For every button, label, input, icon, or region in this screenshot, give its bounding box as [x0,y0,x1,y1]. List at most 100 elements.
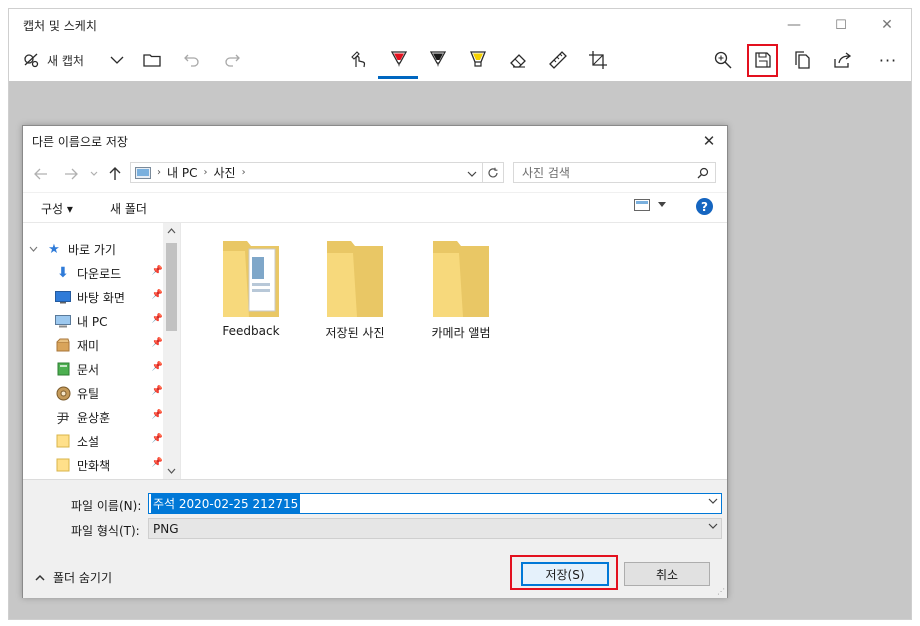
minimize-button[interactable]: — [774,13,814,37]
redo-button[interactable] [222,47,242,73]
scroll-down-arrow[interactable] [163,463,180,479]
star-icon: ★ [48,241,60,257]
open-file-button[interactable] [142,47,162,73]
help-button[interactable]: ? [696,198,713,215]
crop-button[interactable] [587,47,609,73]
eraser-button[interactable] [507,47,529,73]
view-options-button[interactable] [634,198,666,212]
navigation-bar: › 내 PC › 사진 › [23,159,727,189]
nav-item-this-pc[interactable]: 내 PC 📌 [55,310,163,332]
pencil-button[interactable] [427,47,449,73]
undo-button[interactable] [182,47,202,73]
arrow-left-icon [34,168,47,180]
up-button[interactable] [107,165,123,183]
close-button[interactable]: ✕ [867,13,907,37]
nav-item-label: 만화책 [77,458,111,473]
more-icon: ··· [878,50,898,70]
nav-item-desktop[interactable]: 바탕 화면 📌 [55,286,163,308]
search-box[interactable] [513,162,716,183]
search-input[interactable] [520,164,694,181]
file-list-pane: Feedback 저장된 사진 카메라 앨범 [180,222,727,479]
highlighter-button[interactable] [467,47,489,73]
address-bar[interactable]: › 내 PC › 사진 › [130,162,504,183]
nav-item-comics[interactable]: 만화책 📌 [55,454,163,476]
hide-folders-label: 폴더 숨기기 [53,571,113,585]
pin-icon: 📌 [151,314,163,324]
folder-icon [55,433,71,449]
share-button[interactable] [832,47,854,73]
folder-camera-roll[interactable]: 카메라 앨범 [416,237,506,341]
chevron-up-icon [35,574,45,581]
touch-writing-button[interactable] [348,47,370,73]
folder-label: 카메라 앨범 [431,326,491,340]
refresh-icon [488,167,498,177]
breadcrumb-pictures[interactable]: 사진 [213,164,235,181]
nav-item-downloads[interactable]: ⬇ 다운로드 📌 [55,262,163,284]
address-history-dropdown[interactable] [467,167,477,181]
hide-folders-toggle[interactable]: 폴더 숨기기 [35,569,112,586]
more-button[interactable]: ··· [875,47,901,73]
scroll-up-arrow[interactable] [163,223,180,239]
resize-grip[interactable]: ⋰ [717,587,725,596]
arrow-up-icon [109,167,121,180]
navigation-scrollbar[interactable] [163,223,180,479]
scroll-thumb[interactable] [166,243,177,331]
nav-item-novels[interactable]: 소설 📌 [55,430,163,452]
active-tool-indicator [378,76,418,79]
save-highlight-box [747,44,778,77]
folder-feedback[interactable]: Feedback [206,237,296,338]
maximize-button[interactable]: ☐ [821,13,861,37]
breadcrumb-this-pc[interactable]: 내 PC [167,164,197,181]
box-icon [55,337,71,353]
ruler-button[interactable] [547,47,569,73]
chevron-down-icon [467,171,477,177]
desktop-icon [55,289,71,305]
view-icon [634,199,650,211]
chevron-up-icon [167,228,176,234]
folder-saved-pictures[interactable]: 저장된 사진 [310,237,400,341]
capture-mode-dropdown[interactable] [107,47,127,73]
dialog-close-button[interactable]: ✕ [697,130,721,152]
nav-item-utilities[interactable]: 유틸 📌 [55,382,163,404]
computer-icon [55,313,71,329]
nav-item-documents[interactable]: 문서 📌 [55,358,163,380]
file-type-select[interactable]: PNG [148,518,722,539]
chevron-down-icon [658,202,666,207]
chevron-down-icon [167,468,176,474]
file-name-dropdown[interactable] [708,497,718,508]
chevron-down-icon [90,171,98,176]
organize-menu[interactable]: 구성 ▾ [41,200,73,217]
back-button[interactable] [33,165,49,183]
pin-icon: 📌 [151,338,163,348]
file-name-value[interactable]: 주석 2020-02-25 212715 [151,494,301,513]
folder-label: Feedback [222,324,280,338]
pin-icon: 📌 [151,458,163,468]
recent-locations-button[interactable] [89,165,99,183]
ballpoint-pen-icon [390,51,408,67]
refresh-button[interactable] [482,162,504,183]
book-icon [55,361,71,377]
new-capture-button[interactable]: 새 캡처 [21,47,84,73]
chevron-down-icon [29,246,38,252]
forward-button[interactable] [63,165,79,183]
file-name-field[interactable]: 주석 2020-02-25 212715 [148,493,722,514]
file-name-label: 파일 이름(N): [71,499,142,513]
chevron-down-icon [110,56,124,64]
copy-button[interactable] [792,47,814,73]
file-type-dropdown[interactable] [708,522,718,533]
nav-item-user-folder[interactable]: 尹 윤상훈 📌 [55,406,163,428]
nav-item-quick-access[interactable]: ★ 바로 가기 [29,238,169,260]
command-bar: 구성 ▾ 새 폴더 ? [23,192,727,223]
cancel-button[interactable]: 취소 [624,562,710,586]
dialog-title: 다른 이름으로 저장 [32,135,128,149]
new-folder-button[interactable]: 새 폴더 [110,200,147,217]
gear-icon [55,385,71,401]
pin-icon: 📌 [151,266,163,276]
nav-item-fun[interactable]: 재미 📌 [55,334,163,356]
zoom-icon [714,51,732,69]
pin-icon: 📌 [151,434,163,444]
ballpoint-pen-button[interactable] [388,47,410,73]
pin-icon: 📌 [151,362,163,372]
zoom-button[interactable] [712,47,734,73]
app-title: 캡처 및 스케치 [23,19,97,33]
